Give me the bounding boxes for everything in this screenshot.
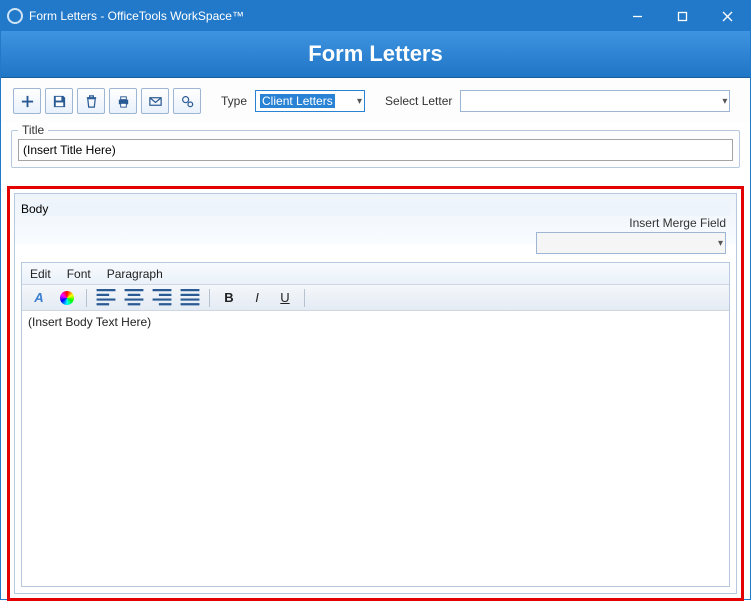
merge-field-dropdown[interactable]: ▾ [536, 232, 726, 254]
app-icon [7, 8, 23, 24]
email-button[interactable] [141, 88, 169, 114]
body-highlight: Body Insert Merge Field ▾ Edit Font Para… [7, 186, 744, 601]
settings-button[interactable] [173, 88, 201, 114]
align-left-button[interactable] [95, 288, 117, 308]
action-buttons [13, 88, 201, 114]
align-right-icon [151, 287, 173, 309]
main-toolbar: Type Client Letters ▾ Select Letter ▾ [1, 78, 750, 122]
trash-icon [84, 94, 99, 109]
print-icon [116, 94, 131, 109]
align-left-icon [95, 287, 117, 309]
toolbar-separator [304, 289, 305, 307]
font-color-button[interactable] [56, 288, 78, 308]
merge-field-label: Insert Merge Field [629, 216, 726, 230]
menu-edit[interactable]: Edit [30, 267, 51, 281]
print-button[interactable] [109, 88, 137, 114]
chevron-down-icon: ▾ [357, 96, 362, 107]
save-icon [52, 94, 67, 109]
type-dropdown[interactable]: Client Letters ▾ [255, 90, 365, 112]
panel-area: Title [1, 122, 750, 178]
editor-toolbar: A B I U [22, 285, 729, 311]
title-fieldset: Title [11, 130, 740, 168]
align-justify-icon [179, 287, 201, 309]
maximize-button[interactable] [660, 1, 705, 31]
plus-icon [20, 94, 35, 109]
type-group: Type Client Letters ▾ [221, 90, 365, 112]
merge-field-row: Insert Merge Field ▾ [21, 216, 730, 262]
page-banner: Form Letters [1, 31, 750, 78]
delete-button[interactable] [77, 88, 105, 114]
chevron-down-icon: ▾ [722, 96, 727, 107]
gear-icon [180, 94, 195, 109]
page-title: Form Letters [308, 41, 442, 67]
toolbar-separator [209, 289, 210, 307]
title-input[interactable] [18, 139, 733, 161]
close-button[interactable] [705, 1, 750, 31]
body-legend: Body [21, 202, 730, 216]
bold-button[interactable]: B [218, 288, 240, 308]
underline-button[interactable]: U [274, 288, 296, 308]
toolbar-separator [86, 289, 87, 307]
mail-icon [148, 94, 163, 109]
body-fieldset: Body Insert Merge Field ▾ Edit Font Para… [14, 193, 737, 594]
body-textarea[interactable]: (Insert Body Text Here) [22, 311, 729, 586]
select-letter-group: Select Letter ▾ [385, 90, 730, 112]
menu-paragraph[interactable]: Paragraph [107, 267, 163, 281]
add-button[interactable] [13, 88, 41, 114]
window-titlebar: Form Letters - OfficeTools WorkSpace™ [1, 1, 750, 31]
align-right-button[interactable] [151, 288, 173, 308]
align-center-button[interactable] [123, 288, 145, 308]
save-button[interactable] [45, 88, 73, 114]
select-letter-label: Select Letter [385, 94, 452, 108]
type-label: Type [221, 94, 247, 108]
rich-text-editor: Edit Font Paragraph A [21, 262, 730, 587]
menu-font[interactable]: Font [67, 267, 91, 281]
align-center-icon [123, 287, 145, 309]
italic-button[interactable]: I [246, 288, 268, 308]
minimize-button[interactable] [615, 1, 660, 31]
editor-menubar: Edit Font Paragraph [22, 263, 729, 285]
select-letter-dropdown[interactable]: ▾ [460, 90, 730, 112]
type-value: Client Letters [260, 94, 335, 108]
align-justify-button[interactable] [179, 288, 201, 308]
font-style-button[interactable]: A [28, 288, 50, 308]
chevron-down-icon: ▾ [718, 238, 723, 249]
title-legend: Title [18, 123, 48, 137]
color-wheel-icon [60, 291, 74, 305]
window-title: Form Letters - OfficeTools WorkSpace™ [29, 9, 244, 23]
